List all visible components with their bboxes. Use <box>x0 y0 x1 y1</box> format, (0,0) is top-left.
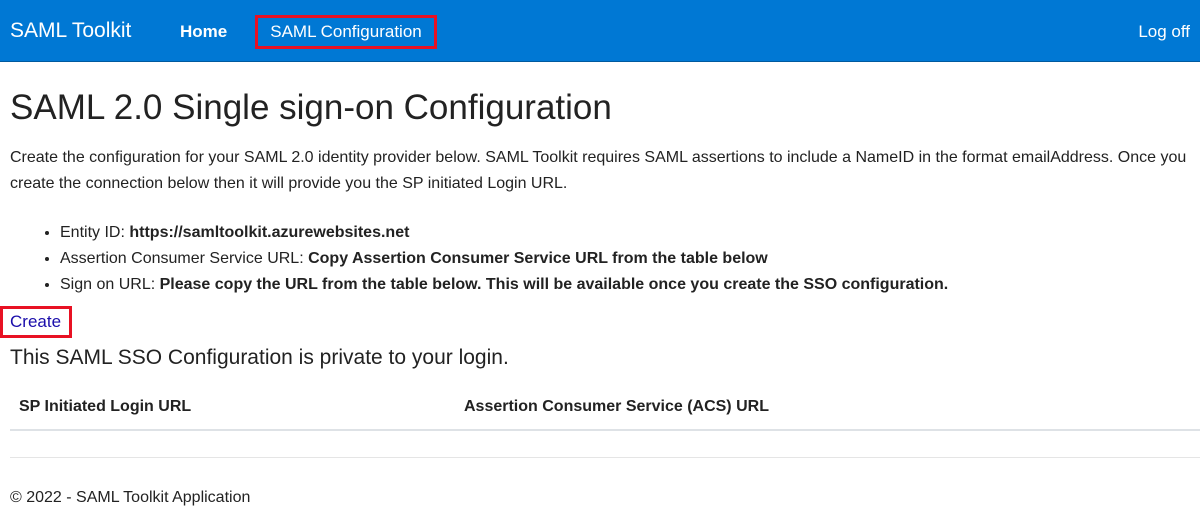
table-header-row: SP Initiated Login URL Assertion Consume… <box>10 388 1200 431</box>
brand-link[interactable]: SAML Toolkit <box>10 17 131 45</box>
footer-divider <box>10 457 1200 458</box>
top-navbar: SAML Toolkit Home SAML Configuration Log… <box>0 0 1200 62</box>
page-title: SAML 2.0 Single sign-on Configuration <box>10 88 612 127</box>
nav-home-link[interactable]: Home <box>180 20 227 44</box>
column-sp-login-url: SP Initiated Login URL <box>10 388 455 431</box>
sign-on-url-item: Sign on URL: Please copy the URL from th… <box>60 272 948 298</box>
entity-id-label: Entity ID: <box>60 224 130 241</box>
sso-configuration-table: SP Initiated Login URL Assertion Consume… <box>10 388 1200 431</box>
create-link[interactable]: Create <box>0 306 72 338</box>
acs-url-item: Assertion Consumer Service URL: Copy Ass… <box>60 246 948 272</box>
log-off-link[interactable]: Log off <box>1138 20 1190 44</box>
private-note: This SAML SSO Configuration is private t… <box>10 346 509 369</box>
sign-on-url-value: Please copy the URL from the table below… <box>159 276 949 293</box>
entity-id-value: https://samltoolkit.azurewebsites.net <box>129 224 410 241</box>
nav-saml-configuration-link[interactable]: SAML Configuration <box>255 15 437 49</box>
acs-url-label: Assertion Consumer Service URL: <box>60 250 309 267</box>
sign-on-url-label: Sign on URL: <box>60 276 160 293</box>
footer-text: © 2022 - SAML Toolkit Application <box>10 489 251 506</box>
config-details-list: Entity ID: https://samltoolkit.azurewebs… <box>10 220 948 298</box>
column-acs-url: Assertion Consumer Service (ACS) URL <box>455 388 1200 431</box>
entity-id-item: Entity ID: https://samltoolkit.azurewebs… <box>60 220 948 246</box>
acs-url-value: Copy Assertion Consumer Service URL from… <box>308 250 768 267</box>
intro-text: Create the configuration for your SAML 2… <box>10 149 1187 192</box>
